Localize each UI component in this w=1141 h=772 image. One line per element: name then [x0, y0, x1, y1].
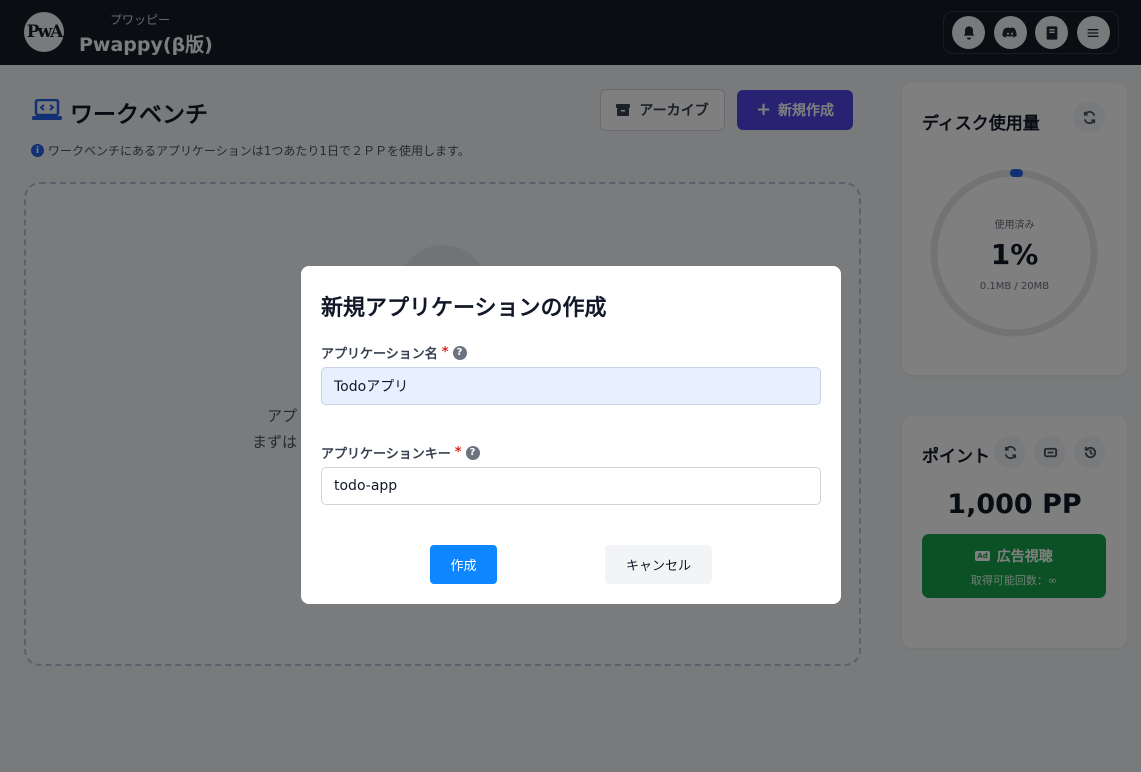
create-button[interactable]: 作成 [430, 545, 497, 584]
app-name-label: アプリケーション名 * ? [321, 343, 467, 362]
modal-title: 新規アプリケーションの作成 [321, 296, 607, 321]
app-key-label-text: アプリケーションキー [321, 447, 451, 462]
cancel-button[interactable]: キャンセル [605, 545, 712, 584]
create-app-modal: 新規アプリケーションの作成 アプリケーション名 * ? アプリケーションキー *… [301, 266, 841, 604]
app-key-input[interactable] [321, 467, 821, 505]
required-mark: * [454, 445, 462, 460]
app-name-label-text: アプリケーション名 [321, 347, 438, 362]
help-icon[interactable]: ? [465, 445, 480, 460]
help-icon[interactable]: ? [452, 345, 467, 360]
app-name-input[interactable] [321, 367, 821, 405]
required-mark: * [441, 345, 449, 360]
app-key-label: アプリケーションキー * ? [321, 443, 480, 462]
